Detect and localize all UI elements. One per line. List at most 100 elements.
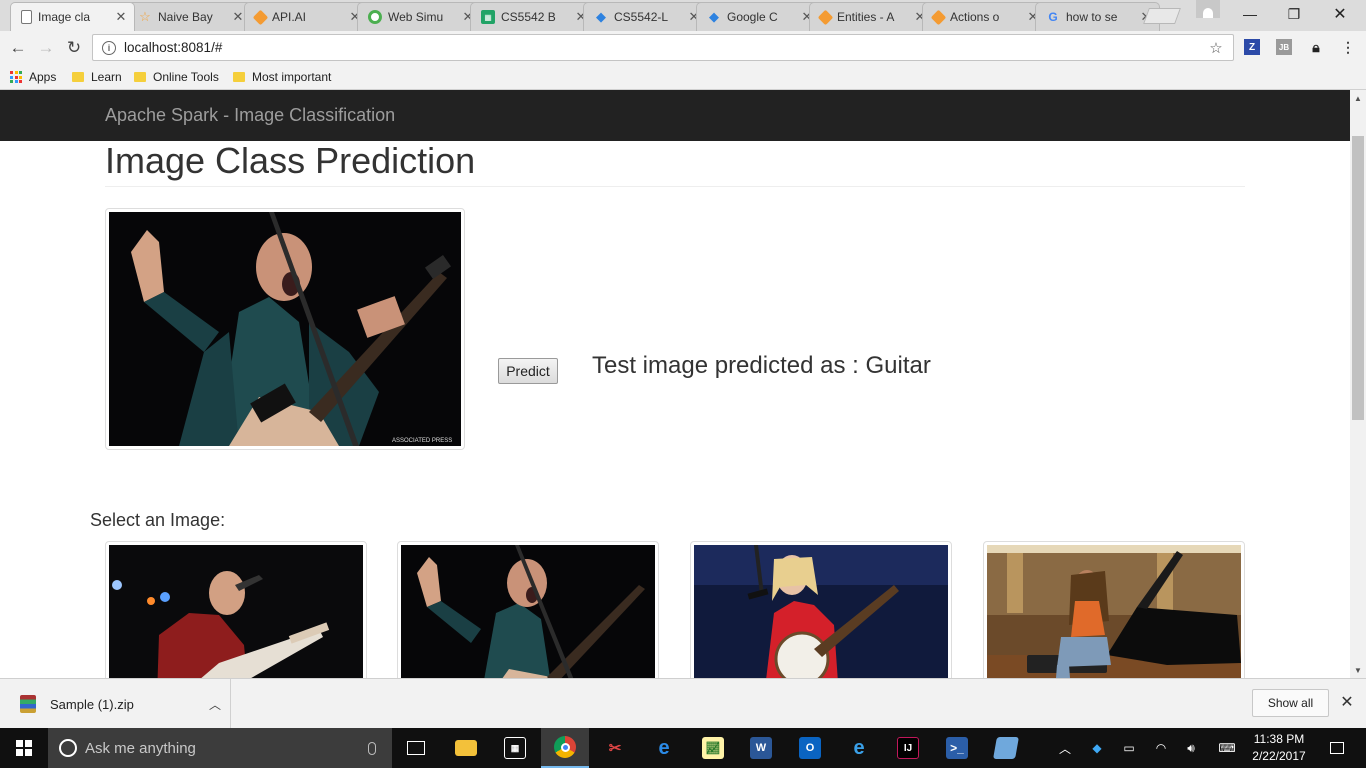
page-scrollbar[interactable]: ▲ ▼ [1350,90,1366,678]
task-view-icon [407,741,425,755]
tab-label: Image cla [38,10,91,24]
volume-icon[interactable]: 🔊︎ [1180,728,1202,768]
keyboard-icon[interactable]: ⌨ [1214,728,1240,768]
gallery-image-singer-guitar[interactable] [397,541,659,678]
gallery-image-banjo[interactable] [690,541,952,678]
tab-cs5542-l[interactable]: ◆ CS5542-L ✕ [583,2,708,31]
start-button[interactable] [0,728,48,768]
select-image-label: Select an Image: [90,510,226,530]
test-image: ASSOCIATED PRESS [109,212,461,446]
address-bar[interactable]: i localhost:8081/# ☆ [92,34,1234,61]
show-all-button[interactable]: Show all [1252,689,1329,717]
minimize-icon[interactable]: — [1228,0,1272,28]
url-text[interactable]: localhost:8081/# [124,40,1205,55]
profile-icon[interactable] [1196,0,1220,18]
z-extension-label: Z [1248,41,1256,53]
info-icon[interactable]: i [102,40,116,55]
wifi-icon[interactable]: ◠ [1150,728,1172,768]
bookmark-apps[interactable]: Apps [10,68,56,86]
api-ai-icon [252,9,269,25]
bookmark-learn[interactable]: Learn [72,68,122,86]
tab-naive-bayes[interactable]: ☆ Naive Bay ✕ [127,2,252,31]
taskbar-powershell[interactable]: >_ [933,728,981,768]
scroll-up-icon[interactable]: ▲ [1350,90,1366,106]
z-extension-icon[interactable]: Z [1244,39,1260,55]
bookmark-online-tools[interactable]: Online Tools [134,68,219,86]
jb-extension-label: JB [1278,42,1290,52]
menu-icon[interactable]: ⋮ [1340,39,1356,55]
taskbar-outlook[interactable]: O [786,728,834,768]
show-hidden-icons[interactable]: ︿ [1056,728,1074,768]
taskbar-internet-explorer[interactable]: e [835,728,883,768]
folder-icon [455,740,477,756]
tab-actions[interactable]: Actions o ✕ [922,2,1047,31]
taskbar-excel-chart[interactable]: 📈︎ [689,728,737,768]
tab-label: Entities - A [837,10,895,24]
back-icon[interactable]: ← [7,37,29,59]
word-icon: W [750,737,772,759]
close-icon[interactable]: ✕ [1337,693,1357,713]
tab-image-classification[interactable]: Image cla ✕ [10,2,135,31]
clock-time: 11:38 PM [1253,732,1305,746]
taskbar-word[interactable]: W [737,728,785,768]
scroll-down-icon[interactable]: ▼ [1350,662,1366,678]
taskbar-store[interactable]: ▦ [491,728,539,768]
api-ai-icon [817,9,834,25]
battery-icon[interactable]: ▭ [1118,728,1140,768]
close-icon[interactable]: ✕ [231,9,245,25]
scrollbar-thumb[interactable] [1352,136,1364,420]
download-bar: Sample (1).zip ︿ Show all ✕ [0,678,1366,729]
bookmark-label: Online Tools [153,70,219,84]
chevron-up-icon[interactable]: ︿ [200,696,230,713]
cortana-icon [59,739,77,757]
taskbar-chrome[interactable] [541,728,589,768]
predict-button[interactable]: Predict [498,358,558,384]
taskbar-remote-desktop[interactable] [982,728,1030,768]
tab-how-to-se[interactable]: G how to se ✕ [1035,2,1160,31]
chart-app-icon: 📈︎ [702,737,724,759]
tab-google-c[interactable]: ◆ Google C ✕ [696,2,821,31]
tab-cs5542-b[interactable]: ▦ CS5542 B ✕ [470,2,595,31]
close-window-icon[interactable]: ✕ [1318,0,1362,28]
bookmark-most-important[interactable]: Most important [233,68,331,86]
microphone-icon[interactable] [368,741,376,755]
dropbox-tray-icon[interactable]: ◆ [1086,728,1108,768]
close-icon[interactable]: ✕ [114,9,128,25]
jb-extension-icon[interactable]: JB [1276,39,1292,55]
tab-entities[interactable]: Entities - A ✕ [809,2,934,31]
taskbar-edge[interactable]: e [640,728,688,768]
navbar-brand[interactable]: Apache Spark - Image Classification [105,105,395,126]
tab-web-simulator[interactable]: Web Simu ✕ [357,2,482,31]
gallery-image-guitarist[interactable] [105,541,367,678]
prediction-result: Test image predicted as : Guitar [592,352,931,379]
gallery-image-piano[interactable] [983,541,1245,678]
tab-label: Naive Bay [158,10,213,24]
cortana-search-box[interactable]: Ask me anything [48,728,392,768]
windows-logo-icon [16,740,32,756]
restore-icon[interactable]: ❐ [1272,0,1316,28]
tab-label: how to se [1066,10,1118,24]
lock-icon[interactable]: 🔒︎ [1308,39,1324,55]
taskbar-snipping-tool[interactable]: ✂ [591,728,639,768]
download-filename[interactable]: Sample (1).zip [50,697,200,712]
folder-icon [72,72,84,82]
taskbar-clock[interactable]: 11:38 PM 2/22/2017 [1243,731,1315,765]
gallery-image [401,545,655,678]
bookmark-star-icon[interactable]: ☆ [1205,39,1227,57]
forward-icon[interactable]: → [35,37,57,59]
tab-label: Google C [727,10,778,24]
zip-file-icon [20,695,36,713]
new-tab-button[interactable] [1143,8,1181,24]
reload-icon[interactable]: ↻ [63,37,85,59]
app-navbar: Apache Spark - Image Classification [0,90,1350,141]
task-view-button[interactable] [392,728,440,768]
star-icon: ☆ [139,9,151,24]
photo-credit: ASSOCIATED PRESS [392,438,452,444]
sheets-icon: ▦ [481,10,495,24]
action-center-icon[interactable] [1322,728,1352,768]
tab-api-ai[interactable]: API.AI ✕ [244,2,369,31]
tab-label: CS5542 B [501,10,556,24]
taskbar-intellij[interactable]: IJ [884,728,932,768]
taskbar-file-explorer[interactable] [442,728,490,768]
download-item[interactable]: Sample (1).zip ︿ [0,679,231,729]
